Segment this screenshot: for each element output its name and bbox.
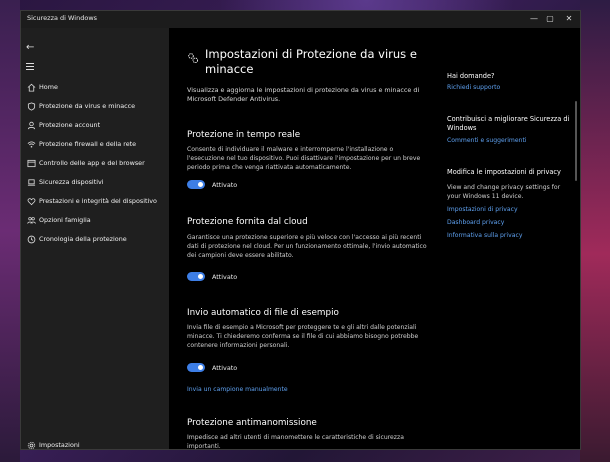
sidebar-item-label: Sicurezza dispositivi	[39, 178, 104, 186]
app-window: Sicurezza di Windows — ▢ ✕ ← Home Protez…	[20, 10, 581, 450]
feedback-link[interactable]: Commenti e suggerimenti	[447, 137, 527, 144]
cloud-toggle-label: Attivato	[212, 273, 238, 281]
desktop-background-left	[0, 0, 20, 462]
wifi-icon	[27, 141, 36, 148]
privacy-settings-link[interactable]: Impostazioni di privacy	[447, 206, 518, 213]
sidebar-item-virus-protection[interactable]: Protezione da virus e minacce	[21, 99, 169, 115]
title-bar: Sicurezza di Windows — ▢ ✕	[21, 11, 580, 28]
submit-sample-link[interactable]: Invia un campione manualmente	[187, 386, 288, 393]
person-icon	[27, 121, 36, 130]
section-heading-tamper: Protezione antimanomissione	[187, 418, 317, 428]
sidebar-item-label: Protezione account	[39, 121, 101, 129]
contribute-heading: Contribuisci a migliorare Sicurezza di W…	[447, 115, 570, 132]
realtime-toggle-label: Attivato	[212, 181, 238, 189]
family-icon	[27, 217, 36, 224]
browser-icon	[27, 159, 36, 168]
sidebar-item-label: Opzioni famiglia	[39, 216, 91, 224]
sidebar-item-label: Prestazioni e integrità del dispositivo	[39, 197, 157, 205]
page-title: Impostazioni di Protezione da virus e mi…	[205, 47, 417, 76]
privacy-statement-link[interactable]: Informativa sulla privacy	[447, 232, 522, 239]
section-heading-cloud: Protezione fornita dal cloud	[187, 217, 308, 227]
samples-toggle-label: Attivato	[212, 364, 238, 372]
sidebar-item-history[interactable]: Cronologia della protezione	[21, 232, 169, 248]
section-text-tamper: Impedisce ad altri utenti di manomettere…	[187, 434, 404, 450]
gear-icon	[27, 441, 36, 449]
settings-gears-icon	[188, 53, 199, 64]
sidebar: ← Home Protezione da virus e minacce Pro…	[21, 28, 169, 449]
page-subtitle: Visualizza e aggiorna le impostazioni di…	[187, 86, 420, 103]
laptop-icon	[27, 179, 36, 186]
sidebar-item-label: Home	[39, 83, 58, 91]
sidebar-item-account[interactable]: Protezione account	[21, 118, 169, 134]
section-heading-realtime: Protezione in tempo reale	[187, 130, 301, 140]
sidebar-item-label: Protezione da virus e minacce	[39, 102, 136, 110]
realtime-protection-toggle[interactable]	[187, 180, 205, 189]
sidebar-item-label: Controllo delle app e del browser	[39, 159, 145, 167]
sidebar-item-firewall[interactable]: Protezione firewall e della rete	[21, 137, 169, 153]
section-text-realtime: Consente di individuare il malware e int…	[187, 146, 421, 171]
maximize-button[interactable]: ▢	[543, 13, 557, 25]
shield-icon	[27, 102, 36, 111]
history-icon	[27, 235, 36, 244]
close-button[interactable]: ✕	[562, 13, 576, 25]
scrollbar[interactable]	[575, 101, 577, 181]
arrow-left-icon[interactable]: ←	[26, 42, 34, 53]
home-icon	[27, 83, 36, 92]
privacy-text: View and change privacy settings for you…	[447, 184, 561, 200]
cloud-protection-toggle[interactable]	[187, 272, 205, 281]
section-heading-samples: Invio automatico di file di esempio	[187, 308, 339, 318]
hamburger-icon[interactable]	[26, 63, 34, 72]
heart-icon	[27, 198, 36, 206]
window-title: Sicurezza di Windows	[27, 14, 98, 22]
section-text-samples: Invia file di esempio a Microsoft per pr…	[187, 324, 419, 349]
privacy-heading: Modifica le impostazioni di privacy	[447, 168, 561, 176]
minimize-button[interactable]: —	[527, 13, 541, 25]
sidebar-item-label: Impostazioni	[39, 441, 80, 449]
desktop-background-right	[580, 0, 610, 462]
get-support-link[interactable]: Richiedi supporto	[447, 84, 500, 91]
main-content: Impostazioni di Protezione da virus e mi…	[169, 28, 469, 450]
privacy-dashboard-link[interactable]: Dashboard privacy	[447, 219, 504, 226]
sidebar-item-device-health[interactable]: Prestazioni e integrità del dispositivo	[21, 194, 169, 210]
help-heading: Hai domande?	[447, 72, 495, 80]
sidebar-item-app-browser[interactable]: Controllo delle app e del browser	[21, 156, 169, 172]
section-text-cloud: Garantisce una protezione superiore e pi…	[187, 234, 427, 259]
sidebar-item-home[interactable]: Home	[21, 80, 169, 96]
sidebar-item-label: Cronologia della protezione	[39, 235, 127, 243]
sidebar-item-settings[interactable]: Impostazioni	[21, 439, 169, 449]
sidebar-item-label: Protezione firewall e della rete	[39, 140, 137, 148]
sidebar-item-device-security[interactable]: Sicurezza dispositivi	[21, 175, 169, 191]
sample-submission-toggle[interactable]	[187, 363, 205, 372]
sidebar-item-family[interactable]: Opzioni famiglia	[21, 213, 169, 229]
